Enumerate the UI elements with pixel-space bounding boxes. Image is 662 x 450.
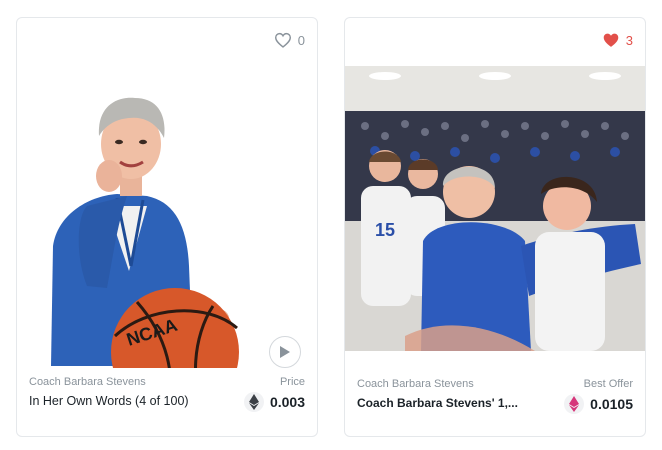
- favorite-button[interactable]: 3: [602, 32, 633, 48]
- heart-outline-icon: [274, 32, 291, 48]
- favorite-count: 3: [625, 32, 633, 48]
- offer-value: 0.0105: [590, 396, 633, 412]
- price-label: Price: [279, 376, 305, 388]
- nft-image[interactable]: 15: [345, 66, 645, 368]
- favorite-button[interactable]: 0: [274, 32, 305, 48]
- favorite-count: 0: [297, 32, 305, 48]
- best-offer-label: Best Offer: [583, 378, 633, 390]
- play-icon: [280, 346, 290, 358]
- play-button[interactable]: [269, 336, 301, 368]
- price-block: Price 0.003: [243, 376, 305, 412]
- nft-image[interactable]: NCAA: [17, 66, 317, 368]
- svg-text:15: 15: [375, 220, 395, 240]
- weth-pink-icon: [564, 394, 585, 414]
- heart-filled-icon: [603, 33, 619, 47]
- team-celebration-image: 15: [345, 66, 645, 351]
- nft-card[interactable]: 0 NCAA Coach Barbara Stevens In Her Own …: [16, 17, 318, 437]
- nft-card[interactable]: 3 15 Coach Barbara Stevens Coach Barbara…: [344, 17, 646, 437]
- nft-title[interactable]: Coach Barbara Stevens' 1,...: [357, 396, 527, 410]
- eth-gray-icon: [243, 392, 264, 412]
- coach-portrait-image: NCAA: [17, 66, 317, 368]
- price-value: 0.003: [269, 394, 305, 410]
- price-block: Best Offer 0.0105: [564, 378, 633, 414]
